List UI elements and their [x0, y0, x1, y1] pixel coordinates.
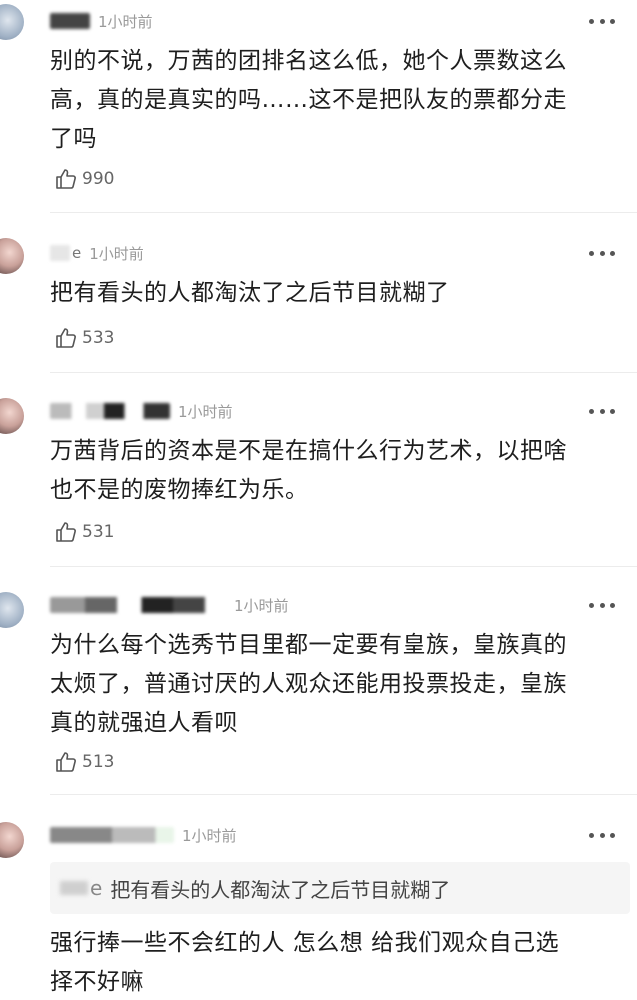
comment-text: 把有看头的人都淘汰了之后节目就糊了 — [50, 280, 450, 306]
comment-time: 1小时前 — [98, 12, 153, 31]
divider — [50, 794, 637, 795]
comment-time: 1小时前 — [178, 402, 233, 421]
username-blurred[interactable] — [50, 403, 170, 419]
more-dots-icon[interactable] — [589, 244, 615, 262]
like-button[interactable]: 531 — [54, 520, 114, 544]
quoted-username-suffix: e — [90, 876, 103, 900]
divider — [50, 372, 637, 373]
comment-meta: 1小时前 — [50, 824, 237, 846]
comment-text: 强行捧一些不会红的人 怎么想 给我们观众自己选 择不好嘛 — [50, 930, 560, 995]
like-button[interactable]: 533 — [54, 326, 114, 350]
avatar[interactable] — [0, 592, 24, 628]
comment-text: 别的不说，万茜的团排名这么低，她个人票数这么 高，真的是真实的吗……这不是把队友… — [50, 48, 567, 152]
comment-meta: 1小时前 — [50, 10, 153, 32]
quoted-reply[interactable]: e 把有看头的人都淘汰了之后节目就糊了 — [50, 862, 630, 914]
username-blurred[interactable] — [50, 245, 70, 261]
comment-feed: 1小时前 别的不说，万茜的团排名这么低，她个人票数这么 高，真的是真实的吗……这… — [0, 0, 637, 1000]
like-button[interactable]: 990 — [54, 167, 114, 191]
quoted-text: 把有看头的人都淘汰了之后节目就糊了 — [110, 877, 451, 902]
more-dots-icon[interactable] — [589, 596, 615, 614]
avatar[interactable] — [0, 822, 24, 858]
like-count: 531 — [82, 522, 115, 542]
comment-time: 1小时前 — [182, 826, 237, 845]
comment-time: 1小时前 — [89, 244, 144, 263]
divider — [50, 212, 637, 213]
more-dots-icon[interactable] — [589, 402, 615, 420]
avatar[interactable] — [0, 4, 24, 40]
thumbs-up-icon — [54, 750, 78, 774]
comment-meta: 1小时前 — [50, 594, 289, 616]
like-button[interactable]: 513 — [54, 750, 114, 774]
username-suffix: e — [72, 244, 82, 262]
comment-meta: 1小时前 — [50, 400, 233, 422]
thumbs-up-icon — [54, 167, 78, 191]
comment-time: 1小时前 — [234, 596, 289, 615]
more-dots-icon[interactable] — [589, 826, 615, 844]
thumbs-up-icon — [54, 520, 78, 544]
like-count: 533 — [82, 328, 115, 348]
comment-meta: e 1小时前 — [50, 242, 144, 264]
username-blurred[interactable] — [50, 597, 226, 613]
divider — [50, 566, 637, 567]
like-count: 513 — [82, 752, 115, 772]
comment-text: 为什么每个选秀节目里都一定要有皇族，皇族真的 太烦了，普通讨厌的人观众还能用投票… — [50, 632, 567, 736]
thumbs-up-icon — [54, 326, 78, 350]
comment-text: 万茜背后的资本是不是在搞什么行为艺术，以把啥 也不是的废物捧红为乐。 — [50, 438, 567, 503]
more-dots-icon[interactable] — [589, 12, 615, 30]
avatar[interactable] — [0, 238, 24, 274]
username-blurred[interactable] — [50, 827, 174, 843]
quoted-username-blurred — [60, 881, 88, 895]
avatar[interactable] — [0, 398, 24, 434]
like-count: 990 — [82, 169, 115, 189]
username-blurred[interactable] — [50, 13, 90, 29]
